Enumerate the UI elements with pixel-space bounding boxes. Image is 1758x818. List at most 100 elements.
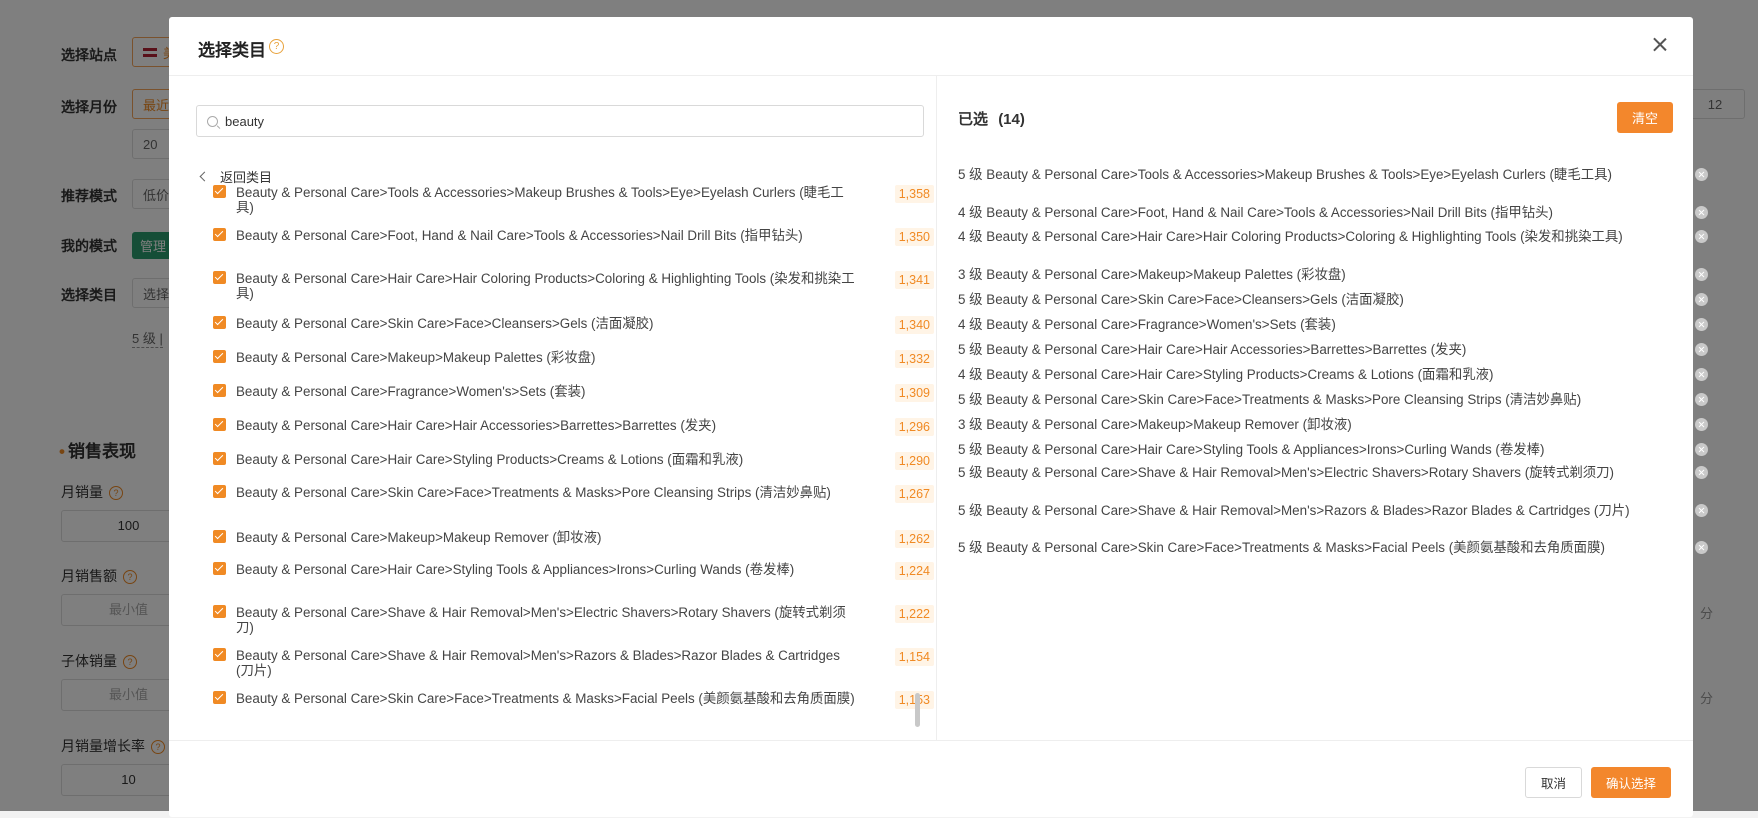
checkbox-checked[interactable]: [213, 185, 226, 198]
remove-icon[interactable]: [1695, 206, 1708, 219]
list-item[interactable]: Beauty & Personal Care>Makeup>Makeup Rem…: [213, 530, 934, 548]
checkbox-checked[interactable]: [213, 562, 226, 575]
item-count: 1,358: [894, 185, 934, 203]
item-path: Beauty & Personal Care>Hair Care>Hair Co…: [236, 271, 855, 301]
remove-icon[interactable]: [1695, 268, 1708, 281]
selected-item-text: 5 级 Beauty & Personal Care>Skin Care>Fac…: [958, 392, 1582, 407]
checkbox-checked[interactable]: [213, 648, 226, 661]
category-list-pane: 返回类目 Beauty & Personal Care>Tools & Acce…: [169, 75, 937, 741]
clear-button[interactable]: 清空: [1617, 102, 1673, 133]
item-path: Beauty & Personal Care>Hair Care>Styling…: [236, 562, 795, 577]
list-item[interactable]: Beauty & Personal Care>Skin Care>Face>Tr…: [213, 485, 934, 503]
search-box[interactable]: [196, 105, 924, 137]
selected-item: 4 级 Beauty & Personal Care>Hair Care>Hai…: [958, 229, 1708, 244]
selected-item-text: 5 级 Beauty & Personal Care>Skin Care>Fac…: [958, 540, 1605, 555]
remove-icon[interactable]: [1695, 393, 1708, 406]
checkbox-checked[interactable]: [213, 316, 226, 329]
remove-icon[interactable]: [1695, 504, 1708, 517]
item-path: Beauty & Personal Care>Makeup>Makeup Pal…: [236, 350, 596, 365]
item-count: 1,340: [894, 316, 934, 334]
list-item[interactable]: Beauty & Personal Care>Hair Care>Hair Co…: [213, 271, 934, 301]
list-item[interactable]: Beauty & Personal Care>Hair Care>Hair Ac…: [213, 418, 934, 436]
item-path: Beauty & Personal Care>Skin Care>Face>Cl…: [236, 316, 654, 331]
item-count: 1,224: [894, 562, 934, 580]
list-item[interactable]: Beauty & Personal Care>Hair Care>Styling…: [213, 452, 934, 470]
remove-icon[interactable]: [1695, 293, 1708, 306]
search-icon: [207, 115, 218, 127]
item-count: 1,262: [894, 530, 934, 548]
selected-item: 5 级 Beauty & Personal Care>Hair Care>Sty…: [958, 442, 1708, 457]
list-item[interactable]: Beauty & Personal Care>Skin Care>Face>Tr…: [213, 691, 934, 709]
list-item[interactable]: Beauty & Personal Care>Shave & Hair Remo…: [213, 605, 934, 635]
selected-item: 3 级 Beauty & Personal Care>Makeup>Makeup…: [958, 267, 1708, 282]
checkbox-checked[interactable]: [213, 605, 226, 618]
list-item[interactable]: Beauty & Personal Care>Tools & Accessori…: [213, 185, 934, 215]
selected-item: 4 级 Beauty & Personal Care>Hair Care>Sty…: [958, 367, 1708, 382]
selected-item: 5 级 Beauty & Personal Care>Tools & Acces…: [958, 167, 1708, 182]
checkbox-checked[interactable]: [213, 271, 226, 284]
checkbox-checked[interactable]: [213, 485, 226, 498]
selected-item-text: 5 级 Beauty & Personal Care>Shave & Hair …: [958, 465, 1614, 480]
item-count: 1,350: [894, 228, 934, 246]
selected-item-text: 4 级 Beauty & Personal Care>Foot, Hand & …: [958, 205, 1553, 220]
remove-icon[interactable]: [1695, 418, 1708, 431]
item-count: 1,341: [894, 271, 934, 289]
confirm-button[interactable]: 确认选择: [1591, 767, 1671, 798]
item-path: Beauty & Personal Care>Shave & Hair Remo…: [236, 605, 846, 635]
select-category-modal: 选择类目 ? 返回类目 Beauty & Personal Care>Tools…: [169, 17, 1708, 817]
checkbox-checked[interactable]: [213, 530, 226, 543]
selected-item-text: 4 级 Beauty & Personal Care>Fragrance>Wom…: [958, 317, 1336, 332]
list-item[interactable]: Beauty & Personal Care>Fragrance>Women's…: [213, 384, 934, 402]
remove-icon[interactable]: [1695, 318, 1708, 331]
remove-icon[interactable]: [1695, 343, 1708, 356]
selected-item-text: 3 级 Beauty & Personal Care>Makeup>Makeup…: [958, 267, 1346, 282]
selected-header: 已选 (14): [958, 108, 1025, 129]
remove-icon[interactable]: [1695, 368, 1708, 381]
selected-item-text: 5 级 Beauty & Personal Care>Skin Care>Fac…: [958, 292, 1404, 307]
help-icon[interactable]: ?: [269, 39, 284, 54]
remove-icon[interactable]: [1695, 541, 1708, 554]
item-count: 1,154: [894, 648, 934, 666]
remove-icon[interactable]: [1695, 230, 1708, 243]
selected-count: (14): [998, 111, 1025, 128]
close-icon[interactable]: [1649, 34, 1671, 56]
item-path: Beauty & Personal Care>Fragrance>Women's…: [236, 384, 586, 399]
modal-title: 选择类目: [198, 41, 266, 60]
selected-item: 4 级 Beauty & Personal Care>Fragrance>Wom…: [958, 317, 1708, 332]
selected-item: 5 级 Beauty & Personal Care>Hair Care>Hai…: [958, 342, 1708, 357]
checkbox-checked[interactable]: [213, 228, 226, 241]
selected-item-text: 5 级 Beauty & Personal Care>Hair Care>Hai…: [958, 342, 1467, 357]
item-path: Beauty & Personal Care>Hair Care>Hair Ac…: [236, 418, 717, 433]
checkbox-checked[interactable]: [213, 452, 226, 465]
checkbox-checked[interactable]: [213, 418, 226, 431]
list-item[interactable]: Beauty & Personal Care>Skin Care>Face>Cl…: [213, 316, 934, 334]
remove-icon[interactable]: [1695, 466, 1708, 479]
remove-icon[interactable]: [1695, 168, 1708, 181]
list-item[interactable]: Beauty & Personal Care>Foot, Hand & Nail…: [213, 228, 934, 246]
item-path: Beauty & Personal Care>Skin Care>Face>Tr…: [236, 691, 855, 706]
category-list: Beauty & Personal Care>Tools & Accessori…: [169, 183, 936, 731]
item-count: 1,309: [894, 384, 934, 402]
selected-item-text: 3 级 Beauty & Personal Care>Makeup>Makeup…: [958, 417, 1352, 432]
selected-item: 4 级 Beauty & Personal Care>Foot, Hand & …: [958, 205, 1708, 220]
search-input[interactable]: [225, 113, 905, 129]
checkbox-checked[interactable]: [213, 350, 226, 363]
list-item[interactable]: Beauty & Personal Care>Shave & Hair Remo…: [213, 648, 934, 678]
remove-icon[interactable]: [1695, 443, 1708, 456]
list-scrollbar[interactable]: [915, 693, 920, 727]
selected-pane: 已选 (14) 清空 5 级 Beauty & Personal Care>To…: [937, 75, 1708, 741]
chevron-left-icon: [199, 171, 210, 182]
selected-item-text: 5 级 Beauty & Personal Care>Tools & Acces…: [958, 167, 1612, 182]
list-item[interactable]: Beauty & Personal Care>Makeup>Makeup Pal…: [213, 350, 934, 368]
checkbox-checked[interactable]: [213, 691, 226, 704]
item-path: Beauty & Personal Care>Hair Care>Styling…: [236, 452, 744, 467]
cancel-button[interactable]: 取消: [1525, 767, 1582, 798]
item-path: Beauty & Personal Care>Foot, Hand & Nail…: [236, 228, 803, 243]
checkbox-checked[interactable]: [213, 384, 226, 397]
list-item[interactable]: Beauty & Personal Care>Hair Care>Styling…: [213, 562, 934, 580]
item-count: 1,267: [894, 485, 934, 503]
selected-item: 5 级 Beauty & Personal Care>Skin Care>Fac…: [958, 392, 1708, 407]
item-count: 1,296: [894, 418, 934, 436]
item-count: 1,222: [894, 605, 934, 623]
item-path: Beauty & Personal Care>Tools & Accessori…: [236, 185, 844, 215]
